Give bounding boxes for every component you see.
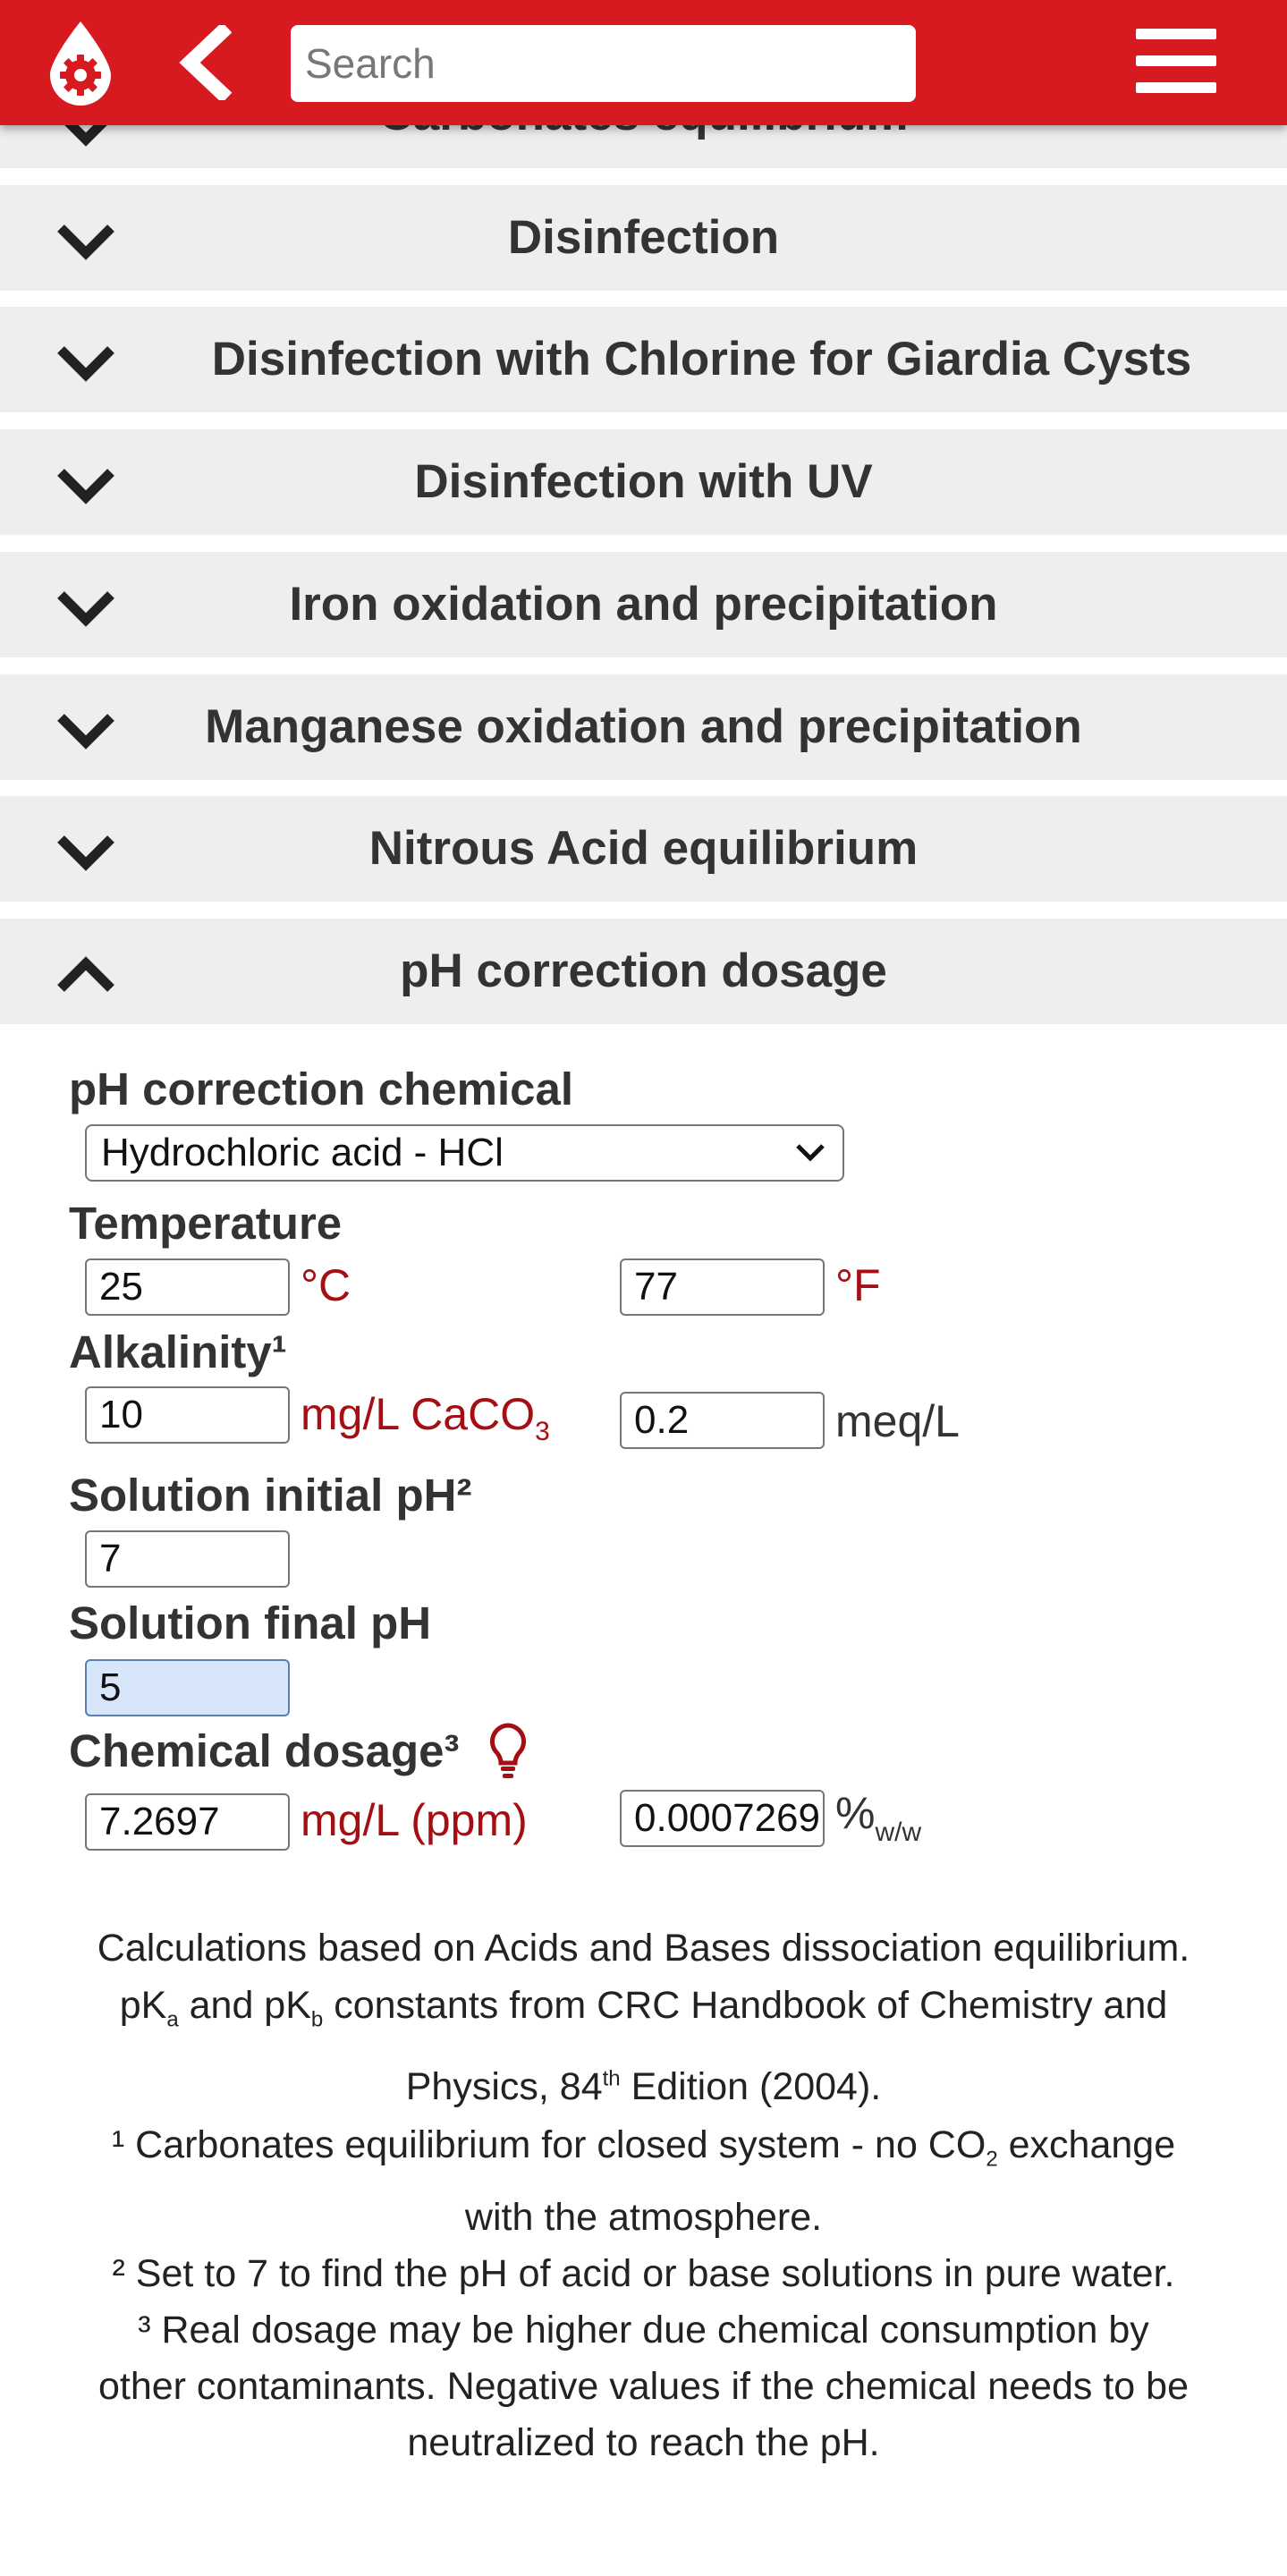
chevron-up-icon — [57, 956, 114, 992]
note-line: pKa and pKb constants from CRC Handbook … — [0, 1984, 1287, 2033]
dosage-mgl-unit: mg/L (ppm) — [301, 1795, 528, 1845]
note-text: Edition (2004). — [620, 2065, 882, 2108]
alkalinity-meq-input[interactable]: 0.2 — [620, 1392, 825, 1449]
accordion-item-disinfection[interactable]: Disinfection — [0, 185, 1287, 291]
accordion-title: Manganese oxidation and precipitation — [205, 700, 1082, 753]
note-line: ³ Real dosage may be higher due chemical… — [138, 2309, 1149, 2351]
dosage-percent-input[interactable]: 0.0007269 — [620, 1790, 825, 1847]
accordion-item-nitrous-acid[interactable]: Nitrous Acid equilibrium — [0, 796, 1287, 902]
alkalinity-mgl-unit: mg/L CaCO3 — [301, 1388, 550, 1447]
accordion-item-manganese[interactable]: Manganese oxidation and precipitation — [0, 674, 1287, 780]
hamburger-menu-icon[interactable] — [1136, 27, 1216, 95]
accordion-item-ph-correction[interactable]: pH correction dosage — [0, 919, 1287, 1024]
note-line: ¹ Carbonates equilibrium for closed syst… — [0, 2123, 1287, 2173]
back-arrow-icon[interactable] — [175, 25, 233, 100]
note-line: with the atmosphere. — [464, 2196, 823, 2239]
alkalinity-meq-unit: meq/L — [835, 1396, 960, 1446]
initial-ph-input[interactable]: 7 — [85, 1530, 290, 1588]
note-text: pK — [119, 1984, 167, 2027]
chemical-select[interactable]: Hydrochloric acid - HCl — [85, 1124, 844, 1182]
accordion-title: Iron oxidation and precipitation — [289, 578, 998, 631]
alkalinity-mgl-unit-text: mg/L CaCO — [301, 1389, 536, 1439]
dosage-percent-unit: %w/w — [835, 1787, 921, 1848]
chevron-down-icon — [57, 346, 114, 382]
dosage-label: Chemical dosage³ — [69, 1725, 460, 1776]
note-text: Physics, 84 — [405, 2065, 603, 2108]
accordion-item-chlorine-giardia[interactable]: Disinfection with Chlorine for Giardia C… — [0, 307, 1287, 412]
chevron-down-icon — [57, 714, 114, 750]
note-line: ² Set to 7 to find the pH of acid or bas… — [112, 2252, 1175, 2295]
accordion-title: pH correction dosage — [400, 945, 887, 997]
lightbulb-icon[interactable] — [487, 1722, 529, 1781]
initial-ph-label: Solution initial pH² — [69, 1470, 472, 1521]
note-line: Physics, 84th Edition (2004). — [0, 2065, 1287, 2109]
dosage-percent-unit-subscript: w/w — [875, 1818, 922, 1847]
note-text: ¹ Carbonates equilibrium for closed syst… — [111, 2123, 986, 2166]
accordion-title: Disinfection with UV — [414, 455, 873, 508]
accordion-title: Nitrous Acid equilibrium — [368, 822, 919, 875]
accordion-title: Disinfection — [507, 211, 780, 264]
fahrenheit-unit: °F — [835, 1260, 881, 1310]
note-subscript: a — [166, 2007, 179, 2032]
final-ph-label: Solution final pH — [69, 1597, 432, 1648]
note-text: exchange — [997, 2123, 1176, 2166]
note-text: constants from CRC Handbook of Chemistry… — [323, 1984, 1168, 2027]
note-line: Calculations based on Acids and Bases di… — [97, 1927, 1190, 1970]
note-text: and pK — [178, 1984, 311, 2027]
chevron-down-icon — [796, 1144, 825, 1162]
dosage-mgl-input[interactable]: 7.2697 — [85, 1793, 290, 1851]
chemical-select-value: Hydrochloric acid - HCl — [101, 1131, 504, 1174]
temp-fahrenheit-input[interactable]: 77 — [620, 1258, 825, 1316]
final-ph-input[interactable]: 5 — [85, 1659, 290, 1716]
celsius-unit: °C — [301, 1260, 351, 1310]
chevron-down-icon — [57, 835, 114, 871]
alkalinity-mgl-unit-subscript: 3 — [535, 1417, 550, 1446]
temp-celsius-input[interactable]: 25 — [85, 1258, 290, 1316]
top-app-bar — [0, 0, 1287, 125]
accordion-item-uv[interactable]: Disinfection with UV — [0, 429, 1287, 535]
alkalinity-label: Alkalinity¹ — [69, 1326, 287, 1377]
dosage-percent-unit-text: % — [835, 1788, 876, 1838]
chemical-label: pH correction chemical — [69, 1063, 574, 1114]
accordion-item-iron[interactable]: Iron oxidation and precipitation — [0, 552, 1287, 657]
chevron-down-icon — [57, 591, 114, 627]
chevron-down-icon — [57, 469, 114, 504]
logo-icon[interactable] — [45, 20, 116, 106]
note-subscript: 2 — [986, 2147, 998, 2172]
note-line: neutralized to reach the pH. — [407, 2421, 880, 2464]
search-input[interactable] — [291, 25, 916, 102]
alkalinity-mgl-input[interactable]: 10 — [85, 1386, 290, 1444]
note-line: other contaminants. Negative values if t… — [97, 2365, 1190, 2408]
temperature-label: Temperature — [69, 1198, 343, 1249]
chevron-down-icon — [57, 225, 114, 260]
note-subscript: b — [310, 2007, 324, 2032]
note-superscript: th — [602, 2066, 621, 2091]
accordion-title: Disinfection with Chlorine for Giardia C… — [211, 333, 1192, 386]
